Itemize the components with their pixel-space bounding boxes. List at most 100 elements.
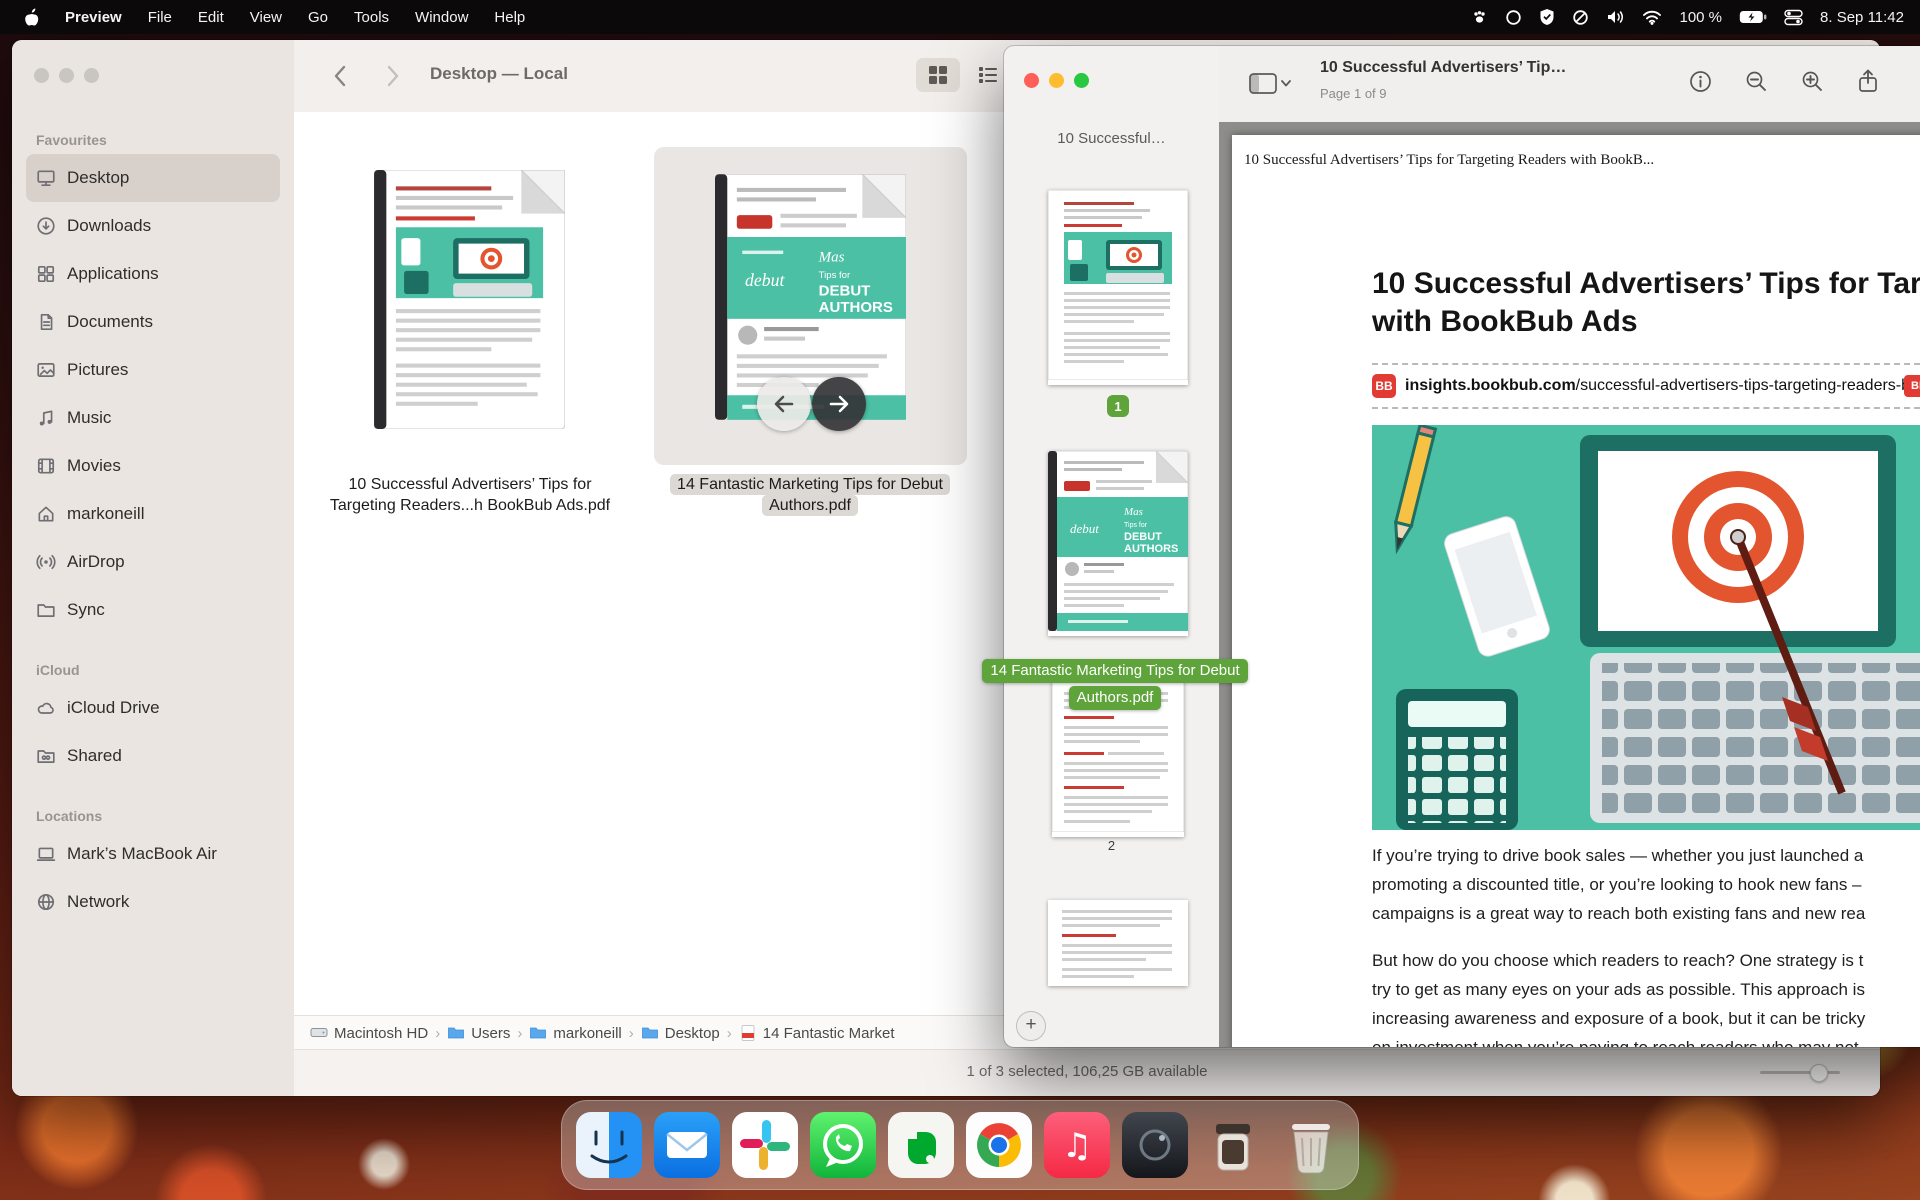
grid-view-button[interactable]	[916, 58, 960, 92]
dock-jar-app-icon[interactable]	[1200, 1112, 1266, 1178]
dock-music-icon[interactable]: ♫	[1044, 1112, 1110, 1178]
close-button[interactable]	[34, 68, 49, 83]
file-item-1[interactable]	[374, 170, 565, 434]
preview-content-area[interactable]: 10 Successful Advertisers’ Tips for Targ…	[1219, 122, 1920, 1047]
menu-bar-clock[interactable]: 8. Sep 11:42	[1820, 9, 1904, 26]
path-item-markoneill[interactable]: markoneill	[529, 1024, 621, 1042]
next-page-button[interactable]	[812, 377, 866, 431]
sidebar-item-icloud-drive[interactable]: iCloud Drive	[26, 684, 280, 732]
sidebar-item-downloads[interactable]: Downloads	[26, 202, 280, 250]
zoom-button[interactable]	[84, 68, 99, 83]
zoom-in-button[interactable]	[1801, 70, 1824, 98]
add-page-button[interactable]: +	[1016, 1011, 1046, 1041]
menu-file[interactable]: File	[148, 9, 172, 26]
sidebar-item-applications[interactable]: Applications	[26, 250, 280, 298]
svg-text:debut: debut	[1070, 521, 1099, 536]
path-item-desktop[interactable]: Desktop	[641, 1024, 720, 1042]
volume-icon[interactable]	[1606, 9, 1625, 25]
menu-tools[interactable]: Tools	[354, 9, 389, 26]
drag-file-label-line2: Authors.pdf	[1069, 686, 1162, 710]
dock-slack-icon[interactable]	[732, 1112, 798, 1178]
music-icon	[36, 408, 56, 428]
ring-icon[interactable]	[1505, 9, 1522, 26]
info-button[interactable]	[1689, 70, 1712, 98]
shared-folder-icon	[36, 746, 56, 766]
control-center-icon[interactable]	[1784, 9, 1803, 26]
sidebar-toggle-button[interactable]	[1249, 72, 1291, 101]
close-button[interactable]	[1024, 73, 1039, 88]
menu-go[interactable]: Go	[308, 9, 328, 26]
documents-icon	[36, 312, 56, 332]
sidebar-section-icloud: iCloud	[26, 634, 280, 684]
zoom-button[interactable]	[1074, 73, 1089, 88]
menu-view[interactable]: View	[250, 9, 282, 26]
dragged-file-thumbnail[interactable]: debut Mas Tips for DEBUT AUTHORS	[1048, 451, 1188, 636]
dock-evernote-icon[interactable]	[888, 1112, 954, 1178]
share-button[interactable]	[1857, 69, 1879, 99]
icon-size-slider[interactable]	[1760, 1071, 1840, 1074]
previous-page-icon	[772, 392, 796, 416]
zoom-out-button[interactable]	[1745, 70, 1768, 98]
file-label-1[interactable]: 10 Successful Advertisers’ Tips for Targ…	[320, 474, 620, 516]
minimize-button[interactable]	[59, 68, 74, 83]
dock-dark-app-icon[interactable]	[1122, 1112, 1188, 1178]
dock-whatsapp-icon[interactable]	[810, 1112, 876, 1178]
menu-window[interactable]: Window	[415, 9, 468, 26]
desktop: Preview File Edit View Go Tools Window H…	[0, 0, 1920, 1200]
sidebar-item-desktop[interactable]: Desktop	[26, 154, 280, 202]
finder-window-controls[interactable]	[34, 68, 99, 83]
sidebar-item-sync[interactable]: Sync	[26, 586, 280, 634]
path-separator: ›	[435, 1025, 440, 1042]
icon-size-slider-knob[interactable]	[1810, 1064, 1828, 1082]
dock-finder-icon[interactable]	[576, 1112, 642, 1178]
menu-edit[interactable]: Edit	[198, 9, 224, 26]
page-thumbnail-1[interactable]	[1048, 190, 1188, 385]
info-icon	[1689, 70, 1712, 93]
battery-icon[interactable]	[1739, 10, 1767, 24]
dock-mail-icon[interactable]	[654, 1112, 720, 1178]
path-separator: ›	[727, 1025, 732, 1042]
sync-folder-icon	[36, 600, 56, 620]
dock-chrome-icon[interactable]	[966, 1112, 1032, 1178]
shield-check-icon[interactable]	[1539, 8, 1555, 26]
back-button[interactable]	[322, 58, 356, 94]
sidebar-item-shared[interactable]: Shared	[26, 732, 280, 780]
sidebar-item-label: Music	[67, 408, 111, 428]
svg-text:debut: debut	[745, 270, 785, 290]
file-label-2[interactable]: 14 Fantastic Marketing Tips for Debut Au…	[660, 474, 960, 516]
path-item-users[interactable]: Users	[447, 1024, 510, 1042]
page-thumbnail-3[interactable]	[1048, 900, 1188, 986]
wifi-icon[interactable]	[1642, 10, 1662, 25]
apple-icon[interactable]	[22, 8, 39, 27]
dock-trash-icon[interactable]	[1278, 1112, 1344, 1178]
sidebar-item-home[interactable]: markoneill	[26, 490, 280, 538]
file-item-2[interactable]: debut Mas Tips for DEBUT AUTHORS	[715, 174, 906, 425]
sidebar-item-network[interactable]: Network	[26, 878, 280, 926]
icloud-icon	[36, 698, 56, 718]
svg-text:♫: ♫	[1062, 1126, 1092, 1166]
sidebar-item-pictures[interactable]: Pictures	[26, 346, 280, 394]
path-item-file[interactable]: 14 Fantastic Market	[739, 1024, 895, 1042]
previous-page-button[interactable]	[757, 377, 811, 431]
sidebar-item-label: Sync	[67, 600, 105, 620]
svg-text:Mas: Mas	[1123, 506, 1143, 518]
article-heading-line1: 10 Successful Advertisers’ Tips for Targ…	[1372, 265, 1920, 303]
sidebar-item-macbook[interactable]: Mark’s MacBook Air	[26, 830, 280, 878]
body-text-line: campaigns is a great way to reach both e…	[1372, 904, 1865, 924]
zoom-in-icon	[1801, 70, 1824, 93]
sidebar-item-documents[interactable]: Documents	[26, 298, 280, 346]
page-1-mini	[1048, 190, 1188, 380]
menu-help[interactable]: Help	[494, 9, 525, 26]
pdf-file-icon	[739, 1024, 757, 1042]
sidebar-item-music[interactable]: Music	[26, 394, 280, 442]
minimize-button[interactable]	[1049, 73, 1064, 88]
sidebar-item-airdrop[interactable]: AirDrop	[26, 538, 280, 586]
do-not-disturb-icon[interactable]	[1572, 9, 1589, 26]
paw-icon[interactable]	[1471, 9, 1488, 26]
forward-button[interactable]	[376, 58, 410, 94]
preview-window-controls[interactable]	[1024, 73, 1089, 88]
active-app-name[interactable]: Preview	[65, 9, 122, 26]
file-label-2-line2: Authors.pdf	[762, 495, 858, 516]
sidebar-item-movies[interactable]: Movies	[26, 442, 280, 490]
path-item-macintosh-hd[interactable]: Macintosh HD	[310, 1024, 428, 1042]
